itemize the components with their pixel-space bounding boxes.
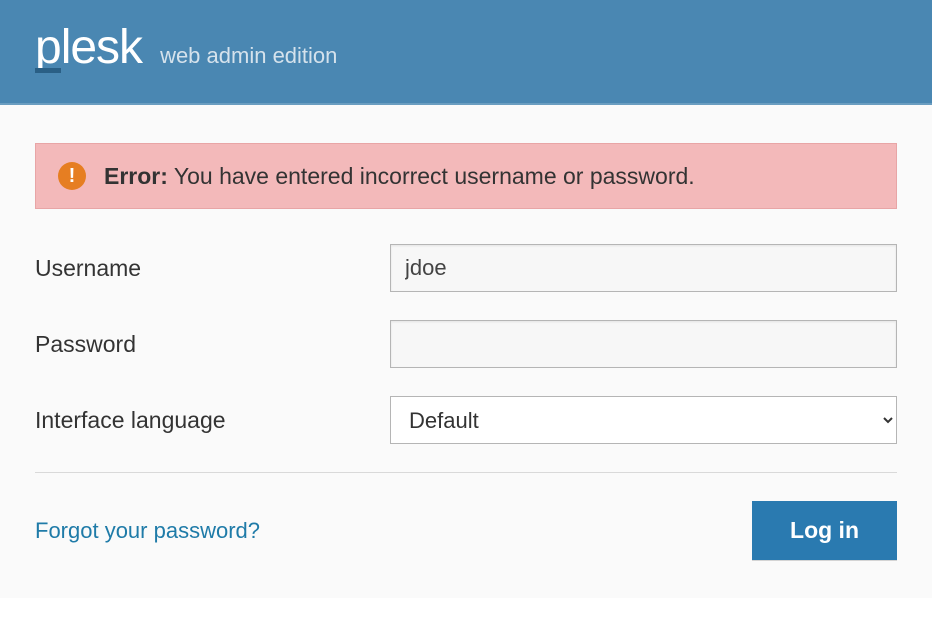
brand-logo: plesk [35, 20, 142, 75]
password-label: Password [35, 331, 390, 358]
error-message: You have entered incorrect username or p… [168, 163, 695, 189]
password-row: Password [35, 320, 897, 368]
error-icon: ! [58, 162, 86, 190]
brand-text: plesk [35, 21, 142, 74]
app-header: plesk web admin edition [0, 0, 932, 105]
error-text: Error: You have entered incorrect userna… [104, 163, 695, 190]
brand-underline [35, 68, 61, 73]
password-input[interactable] [390, 320, 897, 368]
divider [35, 472, 897, 473]
language-row: Interface language Default [35, 396, 897, 444]
error-message-box: ! Error: You have entered incorrect user… [35, 143, 897, 209]
username-input[interactable] [390, 244, 897, 292]
username-label: Username [35, 255, 390, 282]
username-row: Username [35, 244, 897, 292]
login-panel: ! Error: You have entered incorrect user… [0, 105, 932, 598]
forgot-password-link[interactable]: Forgot your password? [35, 518, 260, 544]
error-label: Error: [104, 163, 168, 189]
brand-subtitle: web admin edition [160, 43, 337, 69]
login-footer: Forgot your password? Log in [35, 501, 897, 560]
language-select[interactable]: Default [390, 396, 897, 444]
login-button[interactable]: Log in [752, 501, 897, 560]
language-label: Interface language [35, 407, 390, 434]
